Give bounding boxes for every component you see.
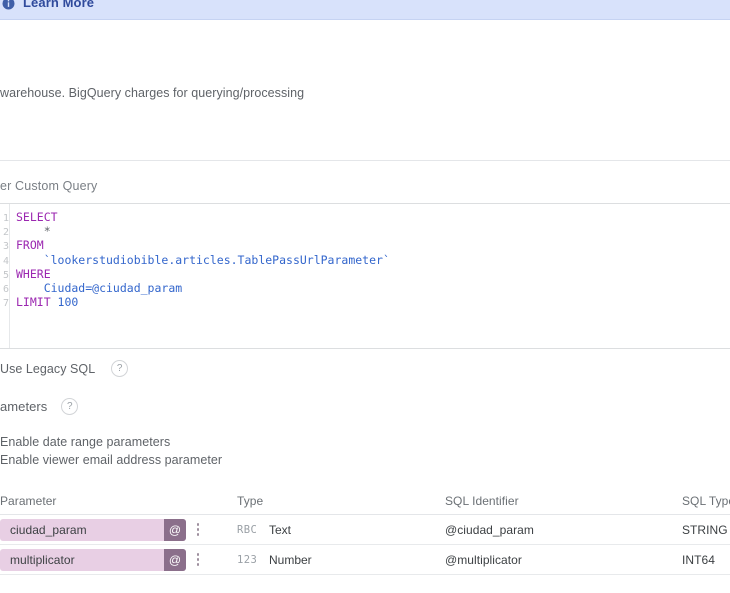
- sql-editor[interactable]: 1 SELECT 2 * 3 FROM 4 `lookerstudiobible.arti…: [0, 203, 730, 349]
- table-header-row: Parameter Type SQL Identifier SQL Type: [0, 488, 730, 515]
- at-symbol-icon[interactable]: @: [164, 518, 186, 541]
- section-divider: [0, 160, 730, 161]
- sql-identifier-value: @ciudad_param: [445, 522, 534, 537]
- parameter-cell: multiplicator @: [0, 548, 206, 571]
- table-row: ciudad_param @ RBC Text @ciudad_param STRING: [0, 515, 730, 545]
- enable-date-range-parameters-option[interactable]: Enable date range parameters: [0, 435, 170, 449]
- column-header-parameter: Parameter: [0, 494, 57, 508]
- type-label: Text: [269, 522, 292, 537]
- sql-code-line: 3 FROM: [0, 238, 730, 252]
- line-number: 1: [2, 213, 9, 224]
- sql-identifier-value: @multiplicator: [445, 552, 522, 567]
- legacy-sql-help-icon[interactable]: ?: [111, 360, 129, 377]
- use-legacy-sql-row[interactable]: Use Legacy SQL ?: [0, 360, 129, 377]
- parameter-name: multiplicator: [10, 552, 75, 567]
- sql-code-line: 4 `lookerstudiobible.articles.TablePassU…: [0, 253, 730, 267]
- data-type-icon: RBC: [237, 523, 258, 536]
- parameters-table: Parameter Type SQL Identifier SQL Type c…: [0, 488, 730, 575]
- enter-custom-query-label: er Custom Query: [0, 179, 98, 193]
- type-label: Number: [269, 552, 312, 567]
- column-header-type: Type: [237, 494, 264, 508]
- parameters-heading-row: ameters ?: [0, 398, 79, 415]
- parameter-name: ciudad_param: [10, 522, 87, 537]
- sql-type-value: STRING: [682, 522, 728, 537]
- line-number: 2: [2, 227, 9, 239]
- at-symbol-icon[interactable]: @: [164, 548, 186, 571]
- sql-code-text: *: [16, 224, 51, 239]
- sql-code-line: 1 SELECT: [0, 210, 730, 224]
- parameter-cell: ciudad_param @: [0, 518, 206, 541]
- sql-code-line: 2 *: [0, 224, 730, 238]
- parameter-chip[interactable]: multiplicator @: [0, 548, 186, 571]
- sql-type-value: INT64: [682, 552, 715, 567]
- sql-code-text: LIMIT 100: [16, 295, 79, 310]
- sql-code-text: WHERE: [16, 266, 51, 281]
- more-options-icon[interactable]: [190, 519, 206, 541]
- table-row: multiplicator @123 Number @multiplicator INT…: [0, 545, 730, 575]
- sql-code-text: FROM: [16, 238, 44, 253]
- sql-code-line: 7 LIMIT 100: [0, 295, 730, 309]
- line-number: 3: [2, 241, 9, 253]
- line-number: 4: [2, 255, 9, 267]
- type-cell[interactable]: RBC Text: [237, 523, 291, 537]
- sql-code-area[interactable]: 1 SELECT 2 * 3 FROM 4 `lookerstudiobible.arti…: [0, 210, 730, 309]
- enable-viewer-email-parameter-option[interactable]: Enable viewer email address parameter: [0, 453, 222, 467]
- line-number: 5: [2, 269, 9, 281]
- parameters-help-icon[interactable]: ?: [61, 398, 79, 415]
- learn-more-link[interactable]: Learn More: [23, 0, 94, 10]
- table-body: ciudad_param @ RBC Text @ciudad_param STRING m…: [0, 515, 730, 575]
- parameters-heading: ameters: [0, 399, 48, 414]
- type-cell[interactable]: 123 Number: [237, 553, 312, 567]
- more-options-icon[interactable]: [190, 549, 206, 571]
- line-number: 6: [2, 283, 9, 295]
- line-number: 7: [2, 298, 9, 310]
- info-icon: [2, 0, 15, 10]
- use-legacy-sql-label: Use Legacy SQL: [0, 361, 96, 376]
- sql-code-text: SELECT: [16, 210, 58, 224]
- data-type-icon: 123: [237, 553, 258, 566]
- column-header-sql-type: SQL Type: [682, 494, 730, 508]
- column-header-sql-identifier: SQL Identifier: [445, 494, 519, 508]
- sql-code-line: 6 Ciudad=@ciudad_param: [0, 281, 730, 295]
- parameter-chip[interactable]: ciudad_param @: [0, 518, 186, 541]
- sql-code-text: `lookerstudiobible.articles.TablePassUrl…: [16, 252, 390, 267]
- sql-code-text: Ciudad=@ciudad_param: [16, 280, 183, 295]
- sql-code-line: 5 WHERE: [0, 267, 730, 281]
- billing-description-text: warehouse. BigQuery charges for querying…: [0, 86, 305, 100]
- info-banner: Learn More: [0, 0, 730, 20]
